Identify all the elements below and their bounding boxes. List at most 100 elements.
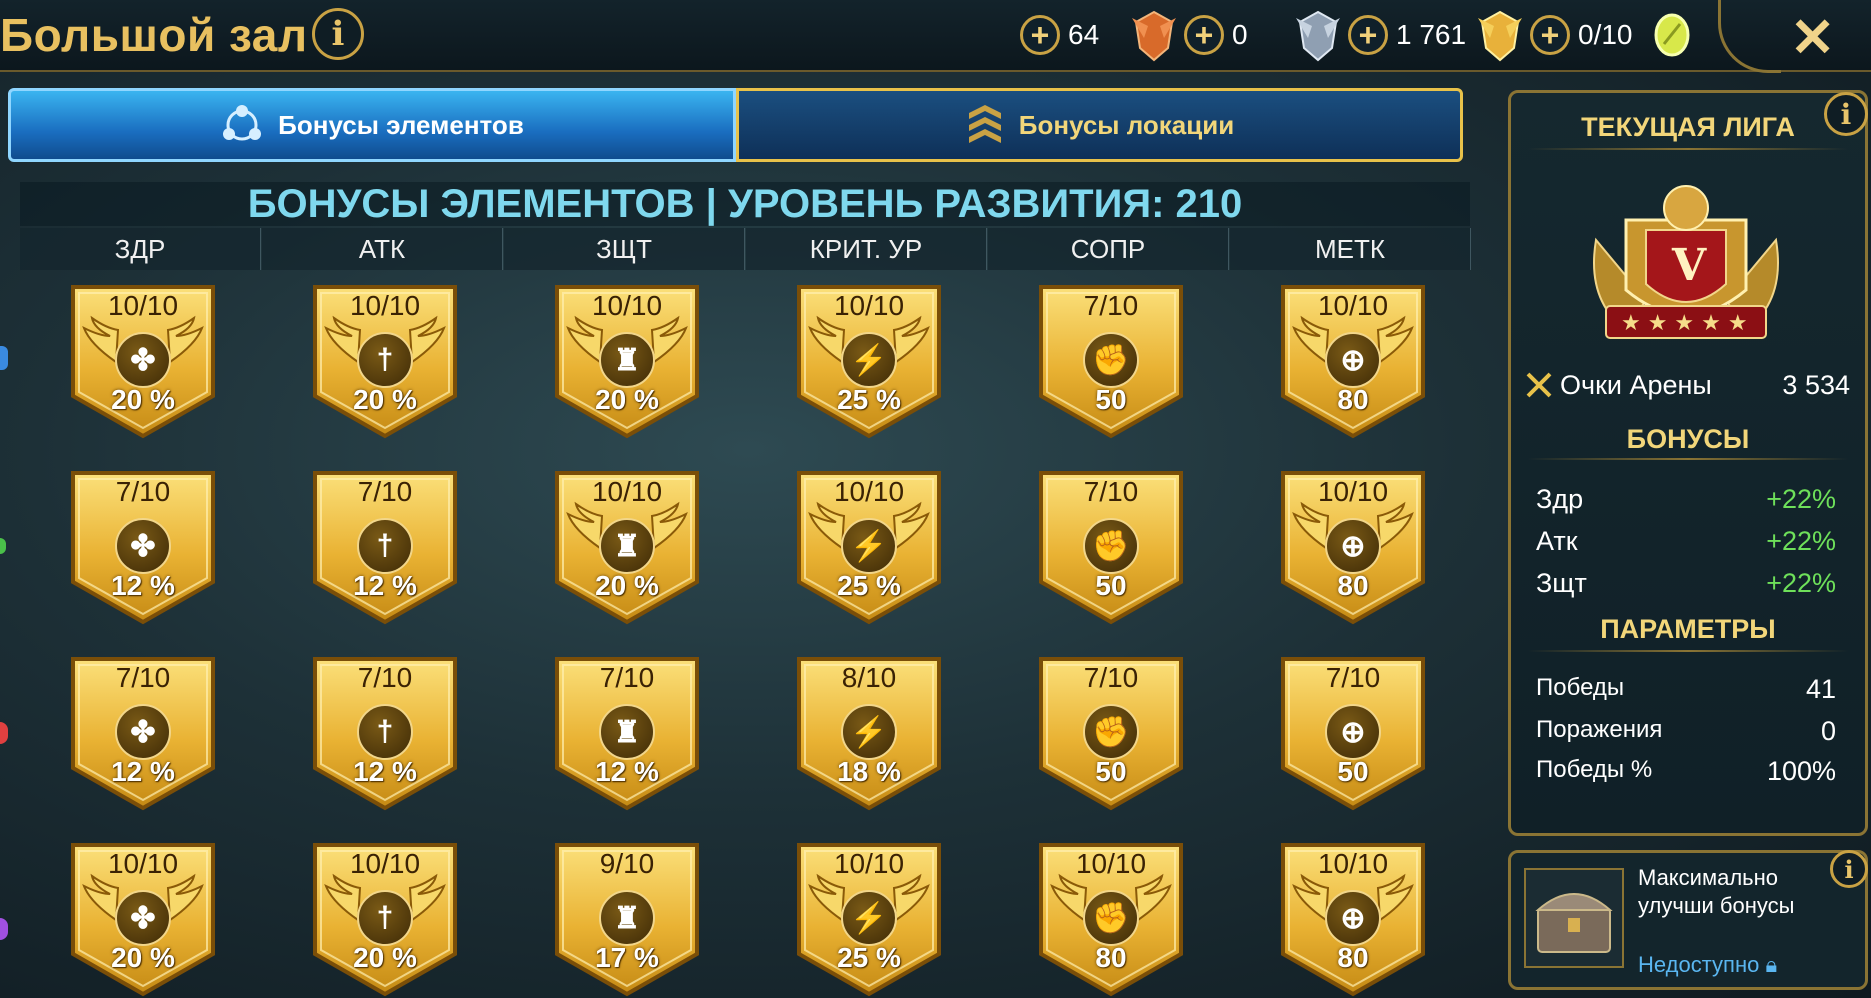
tab-element-bonuses[interactable]: Бонусы элементов: [8, 88, 736, 162]
bonus-badge[interactable]: 7/10 ✊ 50: [1038, 470, 1184, 625]
badge-value: 12 %: [111, 570, 175, 601]
fist-icon: ✊: [1083, 518, 1139, 574]
upgrade-card-status: Недоступно 🔒︎: [1638, 952, 1777, 978]
page-title: Большой зал: [0, 9, 308, 61]
bonus-badge[interactable]: 7/10 ✊ 50: [1038, 656, 1184, 811]
param-label: Победы: [1536, 674, 1625, 701]
top-bar: Большой зал i + 64 + 0 + 1 761 + 0/10 ✕: [0, 0, 1871, 73]
bonus-badge[interactable]: 10/10 † 20 %: [312, 842, 458, 997]
corner-ornament: [1718, 0, 1781, 73]
bronze-medals-count: 64: [1068, 19, 1100, 50]
badge-value: 20 %: [111, 942, 175, 973]
param-row-wins: Победы 41: [1536, 674, 1836, 704]
element-magic-icon[interactable]: [0, 346, 8, 370]
tab-location-bonuses-label: Бонусы локации: [1018, 109, 1235, 140]
column-header-resistance: СОПР: [988, 228, 1229, 270]
badge-value: 12 %: [353, 570, 417, 601]
arena-points-label: Очки Арены: [1560, 370, 1712, 400]
badge-value: 18 %: [837, 756, 901, 787]
badge-level: 7/10: [1083, 476, 1139, 507]
sword-icon: †: [357, 332, 413, 388]
param-value: 0: [1820, 716, 1836, 746]
bronze-medal-icon: [1132, 10, 1176, 62]
badge-level: 10/10: [833, 290, 905, 321]
bonus-badge[interactable]: 7/10 † 12 %: [312, 656, 458, 811]
column-header-crit-damage: КРИТ. УР: [746, 228, 987, 270]
bonus-badge[interactable]: 7/10 ✤ 12 %: [70, 470, 216, 625]
badge-value: 50: [1095, 384, 1127, 415]
bonus-badge[interactable]: 10/10 ⊕ 80: [1280, 842, 1426, 997]
bonus-badge[interactable]: 10/10 † 20 %: [312, 284, 458, 439]
shield-tower-icon: ♜: [599, 518, 655, 574]
bonus-badge[interactable]: 10/10 ♜ 20 %: [554, 284, 700, 439]
lightning-icon: ⚡: [841, 890, 897, 946]
bonus-badge[interactable]: 7/10 ⊕ 50: [1280, 656, 1426, 811]
badge-value: 80: [1337, 384, 1369, 415]
bonus-badge[interactable]: 8/10 ⚡ 18 %: [796, 656, 942, 811]
bonus-badge[interactable]: 10/10 ⚡ 25 %: [796, 470, 942, 625]
league-emblem-icon: ★ ★ ★ ★ ★ V: [1593, 185, 1779, 339]
badge-value: 12 %: [353, 756, 417, 787]
add-tokens-button[interactable]: +: [1530, 15, 1570, 55]
sword-icon: †: [357, 704, 413, 760]
bonus-badge[interactable]: 10/10 ⚡ 25 %: [796, 842, 942, 997]
badge-value: 17 %: [595, 942, 659, 973]
column-header-defense: ЗЩТ: [504, 228, 745, 270]
element-force-icon[interactable]: [0, 538, 6, 554]
bonus-badge[interactable]: 10/10 ✤ 20 %: [70, 284, 216, 439]
upgrade-info-icon[interactable]: i: [1830, 850, 1868, 888]
svg-text:★ ★ ★ ★ ★: ★ ★ ★ ★ ★: [1621, 311, 1748, 336]
close-icon[interactable]: ✕: [1790, 6, 1835, 69]
badge-value: 25 %: [837, 942, 901, 973]
info-icon[interactable]: i: [312, 8, 364, 60]
param-value: 100%: [1766, 756, 1836, 786]
add-bronze-button[interactable]: +: [1020, 15, 1060, 55]
bonus-badge[interactable]: 10/10 ⚡ 25 %: [796, 284, 942, 439]
add-gold-button[interactable]: +: [1348, 15, 1388, 55]
silver-medals-count: 0: [1232, 19, 1248, 50]
bonus-value: +22%: [1766, 526, 1836, 556]
crossed-swords-icon: [1526, 372, 1552, 398]
badge-level: 10/10: [591, 476, 663, 507]
bonus-badge[interactable]: 7/10 ♜ 12 %: [554, 656, 700, 811]
bonus-badge[interactable]: 10/10 ⊕ 80: [1280, 284, 1426, 439]
bonus-row-attack: Атк +22%: [1536, 526, 1836, 557]
bonus-badge[interactable]: 10/10 ✊ 80: [1038, 842, 1184, 997]
badge-value: 50: [1095, 570, 1127, 601]
tab-element-bonuses-label: Бонусы элементов: [278, 109, 524, 140]
tab-location-bonuses[interactable]: Бонусы локации: [736, 88, 1463, 162]
add-silver-button[interactable]: +: [1184, 15, 1224, 55]
elements-triad-icon: [223, 105, 262, 141]
element-void-icon[interactable]: [0, 918, 8, 940]
bonus-badge[interactable]: 10/10 ✤ 20 %: [70, 842, 216, 997]
badge-level: 7/10: [357, 662, 413, 693]
badge-level: 10/10: [833, 848, 905, 879]
lightning-icon: ⚡: [841, 332, 897, 388]
param-value: 41: [1805, 674, 1836, 704]
shield-tower-icon: ♜: [599, 332, 655, 388]
bonus-badge[interactable]: 7/10 † 12 %: [312, 470, 458, 625]
bonus-label: Здр: [1536, 484, 1584, 514]
badge-level: 10/10: [1075, 848, 1147, 879]
bonus-badge[interactable]: 7/10 ✊ 50: [1038, 284, 1184, 439]
bonus-badge[interactable]: 10/10 ♜ 20 %: [554, 470, 700, 625]
param-label: Поражения: [1536, 716, 1663, 743]
bonus-value: +22%: [1766, 568, 1836, 598]
health-icon: ✤: [115, 890, 171, 946]
bonus-badge[interactable]: 7/10 ✤ 12 %: [70, 656, 216, 811]
bonus-badge[interactable]: 9/10 ♜ 17 %: [554, 842, 700, 997]
bonuses-title: БОНУСЫ: [1626, 424, 1750, 454]
badge-level: 10/10: [349, 290, 421, 321]
bonus-badge[interactable]: 10/10 ⊕ 80: [1280, 470, 1426, 625]
gold-medals-count: 1 761: [1396, 19, 1467, 50]
arena-points-value: 3 534: [1782, 370, 1850, 400]
divider: [1528, 650, 1848, 652]
gold-medal-icon: [1478, 10, 1522, 62]
resource-bronze-medals: + 64: [1020, 12, 1099, 58]
health-icon: ✤: [115, 518, 171, 574]
fist-icon: ✊: [1083, 332, 1139, 388]
badge-value: 20 %: [353, 384, 417, 415]
element-spirit-icon[interactable]: [0, 722, 8, 744]
badge-level: 10/10: [349, 848, 421, 879]
badge-level: 7/10: [1083, 290, 1139, 321]
